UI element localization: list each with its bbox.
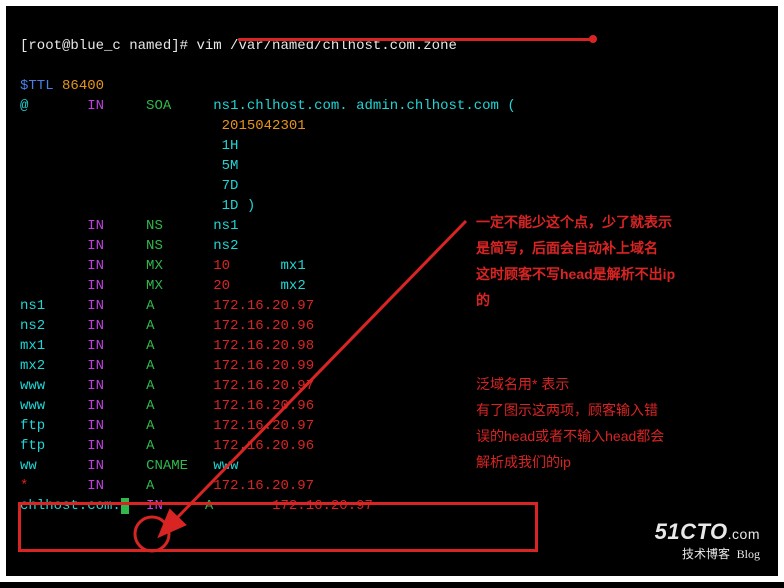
underline-annotation xyxy=(238,38,594,41)
annotation-thin: 泛域名用* 表示 有了图示这两项，顾客输入错 误的head或者不输入head都会… xyxy=(476,371,664,475)
highlight-box xyxy=(18,502,538,552)
soa-mname: ns1.chlhost.com. xyxy=(213,98,347,114)
soa-minimum: 1D ) xyxy=(222,198,256,214)
ttl-label: $TTL xyxy=(20,78,54,94)
dns-records: IN NS ns1 IN NS ns2 IN MX 10 mx1 IN MX 2… xyxy=(20,218,373,514)
soa-expire: 7D xyxy=(222,178,239,194)
soa-refresh: 1H xyxy=(222,138,239,154)
soa-rname: admin.chlhost.com ( xyxy=(356,98,516,114)
origin-symbol: @ xyxy=(20,98,28,114)
class-in: IN xyxy=(87,98,104,114)
ttl-value: 86400 xyxy=(62,78,104,94)
soa-serial: 2015042301 xyxy=(222,118,306,134)
type-soa: SOA xyxy=(146,98,171,114)
soa-retry: 5M xyxy=(222,158,239,174)
underline-dot xyxy=(589,35,597,43)
annotation-bold: 一定不能少这个点，少了就表示 是简写，后面会自动补上域名 这时顾客不写head是… xyxy=(476,209,675,313)
terminal-frame: [root@blue_c named]# vim /var/named/chlh… xyxy=(0,0,784,582)
watermark: 51CTO.com 技术博客 Blog xyxy=(655,519,760,562)
